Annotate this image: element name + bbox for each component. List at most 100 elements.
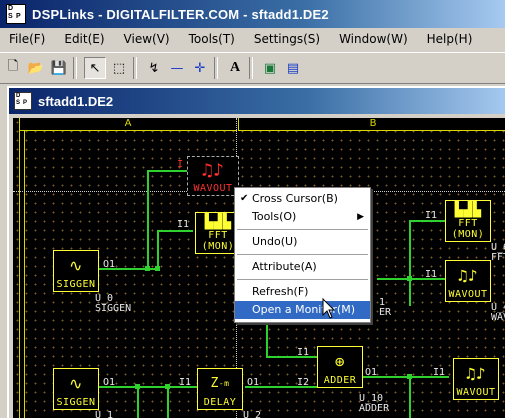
port-label: O1 bbox=[247, 377, 260, 388]
new-button[interactable]: 🗋 bbox=[3, 58, 23, 78]
port-label: I1 bbox=[425, 269, 438, 280]
menu-view[interactable]: View(V) bbox=[115, 32, 180, 46]
context-menu: ✔ Cross Cursor(B) Tools(O) ▶ Undo(U) Att… bbox=[234, 187, 371, 323]
music-note-icon: ♫♪ bbox=[457, 265, 479, 285]
toolbar-separator bbox=[133, 57, 137, 79]
select-pointer-button[interactable]: ↖ bbox=[84, 57, 106, 79]
app-title: DSPLinks - DIGITALFILTER.COM - sftadd1.D… bbox=[32, 6, 329, 22]
menu-item-attribute[interactable]: Attribute(A) bbox=[235, 258, 370, 276]
menu-separator bbox=[237, 279, 368, 280]
block-type: ADDER bbox=[359, 403, 390, 414]
document-title: sftadd1.DE2 bbox=[38, 93, 114, 109]
block-type: ER bbox=[379, 307, 392, 318]
spectrum-icon: ▙▟▙ bbox=[204, 214, 232, 230]
document-titlebar[interactable]: D S P sftadd1.DE2 bbox=[9, 88, 505, 114]
wire bbox=[147, 170, 187, 172]
monitor-button[interactable]: ▣ bbox=[260, 58, 280, 78]
block-type: WAV bbox=[491, 312, 505, 323]
node-tool-icon: ✛ bbox=[194, 60, 206, 76]
toolbar-separator bbox=[214, 57, 218, 79]
submenu-arrow-icon: ▶ bbox=[357, 212, 364, 222]
menu-window[interactable]: Window(W) bbox=[330, 32, 418, 46]
block-id: U_1 bbox=[95, 410, 114, 418]
wire-junction bbox=[407, 374, 412, 379]
menu-item-refresh[interactable]: Refresh(F) bbox=[235, 283, 370, 301]
wire-junction bbox=[165, 384, 170, 389]
column-header-a: A bbox=[19, 118, 237, 131]
menu-bar: File(F) Edit(E) View(V) Tools(T) Setting… bbox=[0, 28, 505, 50]
menu-separator bbox=[237, 229, 368, 230]
wire bbox=[157, 230, 159, 270]
wire bbox=[409, 376, 411, 418]
text-tool-icon: A bbox=[229, 60, 241, 75]
wire-tool-button[interactable]: ↯ bbox=[144, 58, 164, 78]
wire bbox=[157, 230, 193, 232]
window-button[interactable]: ▤ bbox=[283, 58, 303, 78]
open-button[interactable]: 📂 bbox=[26, 58, 46, 78]
menu-separator bbox=[237, 254, 368, 255]
line-tool-icon: — bbox=[170, 60, 184, 76]
sine-wave-icon: ∿ bbox=[69, 373, 83, 393]
wire-junction bbox=[145, 266, 150, 271]
column-header-b: B bbox=[239, 118, 505, 131]
port-label: O1 bbox=[103, 377, 116, 388]
adder-block[interactable]: ⊕ ADDER bbox=[317, 346, 363, 388]
siggen-block-2[interactable]: ∿ SIGGEN bbox=[53, 368, 99, 410]
menu-help[interactable]: Help(H) bbox=[418, 32, 483, 46]
select-region-button[interactable]: ⬚ bbox=[109, 58, 129, 78]
select-pointer-icon: ↖ bbox=[89, 60, 101, 76]
wire-tool-icon: ↯ bbox=[148, 60, 160, 76]
block-id: U_2 bbox=[243, 410, 262, 418]
port-label: O1 bbox=[365, 367, 378, 378]
toolbar-separator bbox=[249, 57, 253, 79]
music-note-icon: ♫♪ bbox=[201, 159, 225, 181]
node-tool-button[interactable]: ✛ bbox=[190, 58, 210, 78]
menu-item-tools[interactable]: Tools(O) ▶ bbox=[235, 208, 370, 226]
sheet-border bbox=[19, 118, 20, 418]
menu-item-cross-cursor[interactable]: ✔ Cross Cursor(B) bbox=[235, 190, 370, 208]
menu-edit[interactable]: Edit(E) bbox=[55, 32, 114, 46]
mouse-cursor-icon bbox=[322, 298, 336, 319]
wavout-block-top[interactable]: ♫♪ WAVOUT bbox=[187, 156, 239, 196]
delay-block[interactable]: Z -m DELAY bbox=[197, 368, 243, 410]
menu-tools[interactable]: Tools(T) bbox=[180, 32, 245, 46]
port-label: I1 bbox=[297, 347, 310, 358]
save-button[interactable]: 💾 bbox=[49, 58, 69, 78]
menu-item-open-monitor[interactable]: Open a Monitor(M) bbox=[235, 301, 370, 319]
column-divider bbox=[238, 118, 239, 131]
fft-monitor-block-right[interactable]: ▙▟▙ FFT (MON) bbox=[445, 200, 491, 242]
port-label: I2 bbox=[297, 377, 310, 388]
toolbar-separator bbox=[73, 57, 77, 79]
music-note-icon: ♫♪ bbox=[465, 363, 487, 383]
port-label: I1 bbox=[433, 367, 446, 378]
wavout-block-right[interactable]: ♫♪ WAVOUT bbox=[445, 260, 491, 302]
port-label: I1 bbox=[177, 219, 190, 230]
port-label: O1 bbox=[103, 259, 116, 270]
monitor-icon: ▣ bbox=[263, 60, 277, 76]
line-tool-button[interactable]: — bbox=[167, 58, 187, 78]
wire bbox=[137, 386, 139, 418]
spectrum-icon: ▙▟▙ bbox=[454, 202, 482, 218]
document-icon[interactable]: D S P bbox=[14, 92, 32, 110]
select-region-icon: ⬚ bbox=[112, 60, 126, 76]
window-icon: ▤ bbox=[286, 60, 300, 76]
wire bbox=[167, 386, 169, 418]
sheet-inner-border bbox=[24, 131, 25, 418]
text-tool-button[interactable]: A bbox=[225, 58, 245, 78]
block-type: FFT bbox=[491, 252, 505, 263]
app-icon[interactable]: D S P bbox=[6, 4, 26, 24]
menu-file[interactable]: File(F) bbox=[0, 32, 55, 46]
wire bbox=[147, 170, 149, 270]
wavout-block-bottom[interactable]: ♫♪ WAVOUT bbox=[453, 358, 499, 400]
wire-junction bbox=[155, 266, 160, 271]
block-type: SIGGEN bbox=[95, 303, 132, 314]
port-label: I1 bbox=[425, 210, 438, 221]
menu-item-undo[interactable]: Undo(U) bbox=[235, 233, 370, 251]
wire bbox=[409, 220, 411, 306]
port-label: I1 bbox=[179, 377, 192, 388]
open-icon: 📂 bbox=[27, 60, 45, 76]
siggen-block[interactable]: ∿ SIGGEN bbox=[53, 250, 99, 292]
wire-junction bbox=[135, 384, 140, 389]
menu-settings[interactable]: Settings(S) bbox=[245, 32, 330, 46]
port-label: I bbox=[177, 159, 184, 170]
